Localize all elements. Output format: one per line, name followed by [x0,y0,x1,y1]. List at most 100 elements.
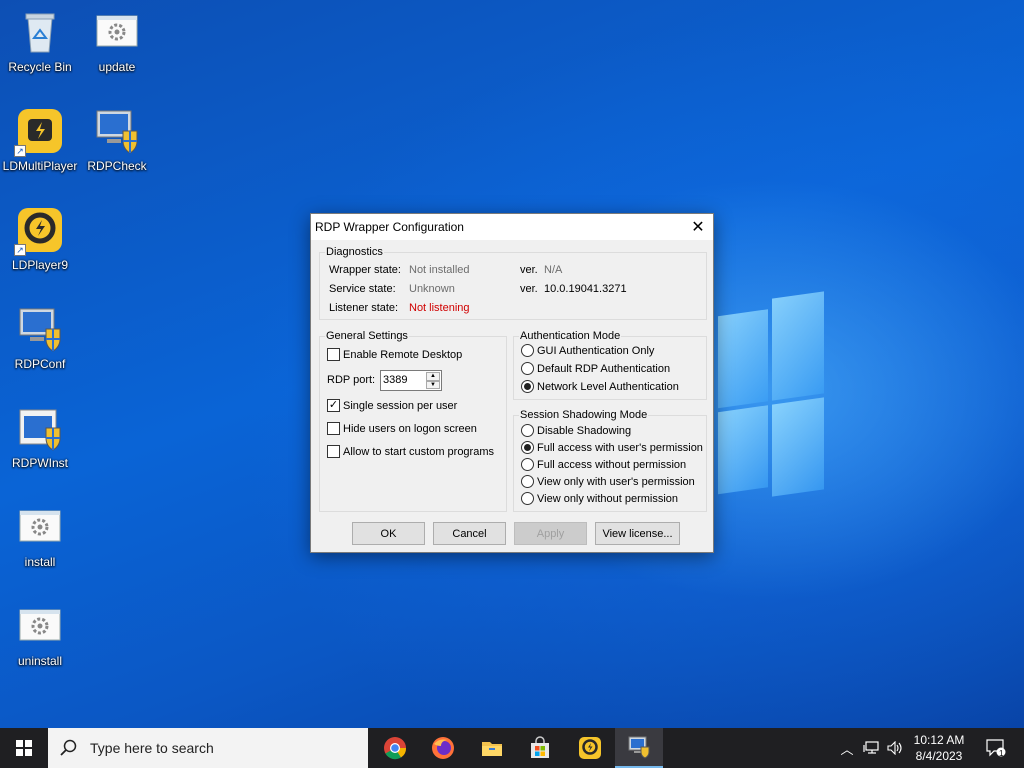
search-icon [60,739,77,756]
desktop-icon-update[interactable]: update [77,8,157,74]
radio-label: View only with user's permission [537,475,695,488]
taskbar: Type here to search ︿ 10:12 AM 8/4/2023 … [0,728,1024,768]
listener-state-value: Not listening [409,302,470,314]
desktop-icon-ldmultiplayer[interactable]: ↗ LDMultiPlayer [0,107,80,173]
taskbar-store[interactable] [516,728,564,768]
service-state-value: Unknown [409,283,455,295]
shadow-option-disable[interactable]: Disable Shadowing [521,424,631,437]
show-hidden-icons-button[interactable]: ︿ [838,728,856,768]
taskbar-file-explorer[interactable] [468,728,516,768]
clock-date: 8/4/2023 [915,749,963,763]
view-license-button[interactable]: View license... [595,522,680,545]
radio-button[interactable] [521,424,534,437]
desktop-icon-ldplayer9[interactable]: ↗ LDPlayer9 [0,206,80,272]
service-state-label: Service state: [329,283,396,295]
radio-button[interactable] [521,344,534,357]
monitor-shield-icon [16,305,64,353]
monitor-shield-icon [93,107,141,155]
shadow-option-view-without-permission[interactable]: View only without permission [521,492,678,505]
checkbox-box[interactable]: ✓ [327,399,340,412]
shadow-option-full-with-permission[interactable]: Full access with user's permission [521,441,703,454]
start-button[interactable] [0,728,48,768]
rdpconf-icon [628,736,650,759]
radio-label: Full access with user's permission [537,441,703,454]
taskbar-rdpconf[interactable] [615,728,663,768]
rdp-port-input[interactable]: 3389 ▲ ▼ [380,370,442,391]
radio-button[interactable] [521,475,534,488]
single-session-checkbox[interactable]: ✓ Single session per user [327,399,457,412]
service-ver-value: 10.0.19041.3271 [544,283,627,295]
radio-button[interactable] [521,441,534,454]
auth-option-nla[interactable]: Network Level Authentication [521,380,679,393]
file-explorer-icon [482,742,502,756]
service-ver-label: ver. [520,283,538,295]
radio-label: GUI Authentication Only [537,344,655,357]
enable-remote-desktop-checkbox[interactable]: Enable Remote Desktop [327,348,462,361]
hide-users-checkbox[interactable]: Hide users on logon screen [327,422,477,435]
dialog-titlebar[interactable]: RDP Wrapper Configuration ✕ [311,214,713,240]
radio-label: View only without permission [537,492,679,505]
desktop-icon-uninstall[interactable]: uninstall [0,602,80,668]
shadow-option-view-with-permission[interactable]: View only with user's permission [521,475,695,488]
taskbar-search-box[interactable]: Type here to search [48,728,368,768]
rdp-port-value: 3389 [383,374,408,386]
port-spinner[interactable]: ▲ ▼ [426,372,440,389]
apply-button[interactable]: Apply [514,522,587,545]
ldmultiplayer-icon: ↗ [14,107,64,157]
spin-up-icon[interactable]: ▲ [426,372,440,381]
desktop-icon-recycle-bin[interactable]: Recycle Bin [0,8,80,74]
wrapper-ver-label: ver. [520,264,538,276]
notifications-button[interactable]: 1 [980,728,1012,768]
checkbox-box[interactable] [327,422,340,435]
checkbox-box[interactable] [327,348,340,361]
auth-option-gui[interactable]: GUI Authentication Only [521,344,654,357]
radio-button[interactable] [521,458,534,471]
taskbar-ldplayer[interactable] [566,728,614,768]
desktop-icon-label: update [98,60,136,74]
listener-state-label: Listener state: [329,302,399,314]
close-icon: ✕ [691,219,705,236]
installer-shield-icon [16,404,64,452]
desktop-icon-label: install [24,555,56,569]
taskbar-chrome[interactable] [371,728,419,768]
dialog-title: RDP Wrapper Configuration [315,220,464,234]
network-button[interactable] [860,728,882,768]
group-legend: Session Shadowing Mode [519,409,649,421]
rdp-port-label: RDP port: [327,374,376,386]
custom-programs-checkbox[interactable]: Allow to start custom programs [327,445,494,458]
windows-start-icon [16,740,32,756]
group-legend: Diagnostics [325,246,384,258]
script-gear-icon [16,602,64,650]
checkbox-box[interactable] [327,445,340,458]
checkbox-label: Enable Remote Desktop [343,348,463,361]
spin-down-icon[interactable]: ▼ [426,380,440,389]
desktop-icon-label: LDPlayer9 [11,258,69,272]
desktop-icon-rdpconf[interactable]: RDPConf [0,305,80,371]
radio-label: Default RDP Authentication [537,362,671,375]
desktop-icon-rdpcheck[interactable]: RDPCheck [77,107,157,173]
desktop-icon-label: LDMultiPlayer [2,159,78,173]
taskbar-firefox[interactable] [419,728,467,768]
taskbar-clock[interactable]: 10:12 AM 8/4/2023 [906,732,972,764]
script-gear-icon [16,503,64,551]
recycle-bin-icon [16,8,64,56]
desktop-icon-label: uninstall [17,654,63,668]
windows-logo-wallpaper [700,281,825,509]
cancel-button[interactable]: Cancel [433,522,506,545]
checkmark-icon: ✓ [328,399,339,411]
wrapper-ver-value: N/A [544,264,563,276]
ldplayer-icon: ↗ [14,206,64,256]
group-legend: Authentication Mode [519,330,622,342]
shadow-option-full-without-permission[interactable]: Full access without permission [521,458,686,471]
close-button[interactable]: ✕ [683,214,713,240]
radio-button[interactable] [521,380,534,393]
desktop-icon-rdpwinst[interactable]: RDPWInst [0,404,80,470]
ok-button[interactable]: OK [352,522,425,545]
radio-button[interactable] [521,362,534,375]
volume-button[interactable] [884,728,906,768]
auth-option-default[interactable]: Default RDP Authentication [521,362,670,375]
radio-button[interactable] [521,492,534,505]
desktop-icon-label: RDPWInst [11,456,68,470]
desktop-icon-install[interactable]: install [0,503,80,569]
chrome-icon [384,737,407,760]
